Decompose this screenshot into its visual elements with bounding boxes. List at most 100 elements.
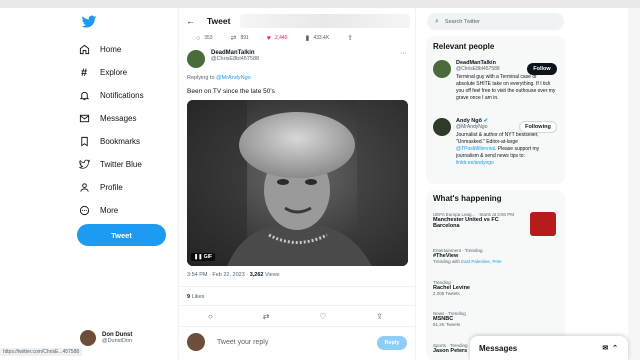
like-stat[interactable]: ♥ 2,440 xyxy=(267,34,288,42)
envelope-icon xyxy=(78,113,90,125)
share-icon: ⇪ xyxy=(347,35,354,42)
trend-item[interactable]: UEFA Europa Leag... · Starts at 3:00 PM … xyxy=(433,212,523,229)
retweet-count: 891 xyxy=(240,35,249,41)
nav-more[interactable]: More xyxy=(78,199,144,222)
nav-notifications[interactable]: Notifications xyxy=(78,84,144,107)
nav-bookmarks-label: Bookmarks xyxy=(100,137,141,146)
nav-bookmarks[interactable]: Bookmarks xyxy=(78,130,144,153)
new-message-icon[interactable]: ✉ xyxy=(602,345,608,352)
nav-home-label: Home xyxy=(100,45,122,54)
retweet-stat[interactable]: ⇄ 891 xyxy=(231,34,249,42)
nav-explore-label: Explore xyxy=(100,68,128,77)
blurred-parent-tweet xyxy=(240,14,410,28)
reply-button[interactable]: Reply xyxy=(377,336,407,350)
reply-composer[interactable]: Tweet your reply xyxy=(187,333,268,351)
scrollbar[interactable] xyxy=(628,8,640,360)
bookmark-icon xyxy=(78,136,90,148)
trend-related-link[interactable]: East Palestine, Pete xyxy=(461,259,502,264)
divider xyxy=(178,305,416,306)
chevron-up-icon[interactable]: ⌃ xyxy=(612,345,618,352)
reply-stat[interactable]: ○ 353 xyxy=(196,34,213,42)
trend-thumbnail xyxy=(530,212,556,236)
like-action-icon[interactable]: ♡ xyxy=(319,312,326,321)
relevant-people-title: Relevant people xyxy=(433,42,495,51)
like-count: 2,440 xyxy=(274,35,288,41)
following-button[interactable]: Following xyxy=(519,121,557,133)
reply-icon: ○ xyxy=(196,34,201,42)
person-bio-text: Journalist & author of NYT bestseller, "… xyxy=(456,132,539,145)
more-options-icon[interactable]: ··· xyxy=(400,50,407,57)
reply-input[interactable]: Tweet your reply xyxy=(217,339,268,346)
search-placeholder: Search Twitter xyxy=(444,18,480,25)
retweet-icon: ⇄ xyxy=(230,35,237,42)
views-stat[interactable]: ▮ 433.4K xyxy=(305,34,329,42)
tweet-gif[interactable]: ❚❚ GIF xyxy=(187,100,408,266)
nav-explore[interactable]: # Explore xyxy=(78,61,144,84)
reply-prefix: Replying to xyxy=(187,75,215,81)
avatar xyxy=(80,330,96,346)
author-handle[interactable]: @ChrisE8bI457588 xyxy=(211,56,259,62)
tweet-time[interactable]: 3:54 PM · Feb 22, 2023 · xyxy=(187,272,250,278)
share-action-icon[interactable]: ⇪ xyxy=(376,312,383,321)
tweet-header: ← Tweet xyxy=(186,16,230,26)
trend-item[interactable]: Trending Rachel Levine 2,006 Tweets xyxy=(433,280,470,296)
reply-action-icon[interactable]: ○ xyxy=(208,312,213,321)
bell-icon xyxy=(78,90,90,102)
nav-twitter-blue[interactable]: Twitter Blue xyxy=(78,153,144,176)
home-icon xyxy=(78,44,90,56)
avatar xyxy=(433,60,451,78)
heart-filled-icon: ♥ xyxy=(266,34,271,42)
trend-tweet-count: 2,006 Tweets xyxy=(433,291,460,296)
tweet-text: Been on TV since the late 50's xyxy=(187,88,275,95)
trend-item[interactable]: News · Trending MSNBC 51.2K Tweets xyxy=(433,311,466,327)
gif-badge: ❚❚ GIF xyxy=(191,253,216,261)
nav-home[interactable]: Home xyxy=(78,38,144,61)
search-input[interactable]: ⌕ Search Twitter xyxy=(427,13,564,30)
browser-top-edge xyxy=(0,0,640,8)
tweet-button[interactable]: Tweet xyxy=(77,224,166,246)
divider xyxy=(178,286,416,287)
avatar xyxy=(187,333,205,351)
trend-subtext-prefix: Trending with xyxy=(433,259,462,264)
tweet-views-count: 3,262 xyxy=(249,272,264,278)
likes-label: Likes xyxy=(190,294,205,300)
messages-drawer-icons: ✉ ⌃ xyxy=(602,344,618,352)
account-handle: @DunstDon xyxy=(102,338,133,344)
tweet-likes[interactable]: 9 Likes xyxy=(187,294,204,300)
nav-profile[interactable]: Profile xyxy=(78,176,144,199)
avatar xyxy=(433,118,451,136)
views-icon: ▮ xyxy=(305,35,310,42)
twitter-logo-icon[interactable] xyxy=(80,14,98,30)
trend-item[interactable]: Entertainment · Trending #TheView Trendi… xyxy=(433,248,502,264)
views-count: 433.4K xyxy=(313,35,330,41)
author-avatar[interactable] xyxy=(187,50,205,68)
back-arrow-icon[interactable]: ← xyxy=(186,16,195,26)
more-circle-icon xyxy=(78,205,90,217)
nav-more-label: More xyxy=(100,206,119,215)
person-bio-link[interactable]: linktr.ee/andyngo xyxy=(456,160,494,166)
messages-drawer[interactable]: Messages ✉ ⌃ xyxy=(470,336,628,360)
trend-item[interactable]: Sports · Trending Jason Peters xyxy=(433,343,468,354)
tweet-meta: 3:54 PM · Feb 22, 2023 · 3,262 Views xyxy=(187,272,280,278)
parent-tweet-stats: ○ 353 ⇄ 891 ♥ 2,440 ▮ 433.4K ⇪ xyxy=(196,34,375,43)
page-title: Tweet xyxy=(207,16,231,26)
person-bio: Journalist & author of NYT bestseller, "… xyxy=(456,132,556,167)
gif-label: GIF xyxy=(203,254,213,260)
twitter-page: Home # Explore Notifications Messages Bo… xyxy=(0,0,640,360)
trend-name: Jason Peters xyxy=(433,348,468,354)
tweet-actions: ○ ⇄ ♡ ⇪ xyxy=(208,312,383,321)
replying-to: Replying to @MrAndyNgo xyxy=(187,75,251,81)
retweet-action-icon[interactable]: ⇄ xyxy=(263,312,270,321)
tweet-author[interactable]: DeadManTalkin @ChrisE8bI457588 xyxy=(187,50,259,68)
nav-profile-label: Profile xyxy=(100,183,123,192)
reply-handle-link[interactable]: @MrAndyNgo xyxy=(216,75,251,81)
reply-count: 353 xyxy=(204,35,213,41)
share-stat[interactable]: ⇪ xyxy=(347,34,357,42)
account-switcher[interactable]: Don Dunst @DunstDon xyxy=(80,330,132,346)
twitter-blue-icon xyxy=(78,159,90,171)
status-url: https://twitter.com/ChrisE...457588 xyxy=(0,348,83,356)
nav-notifications-label: Notifications xyxy=(100,91,144,100)
person-bio-link[interactable]: @TPostMillennial xyxy=(456,146,495,152)
nav-messages[interactable]: Messages xyxy=(78,107,144,130)
follow-button[interactable]: Follow xyxy=(527,63,557,75)
